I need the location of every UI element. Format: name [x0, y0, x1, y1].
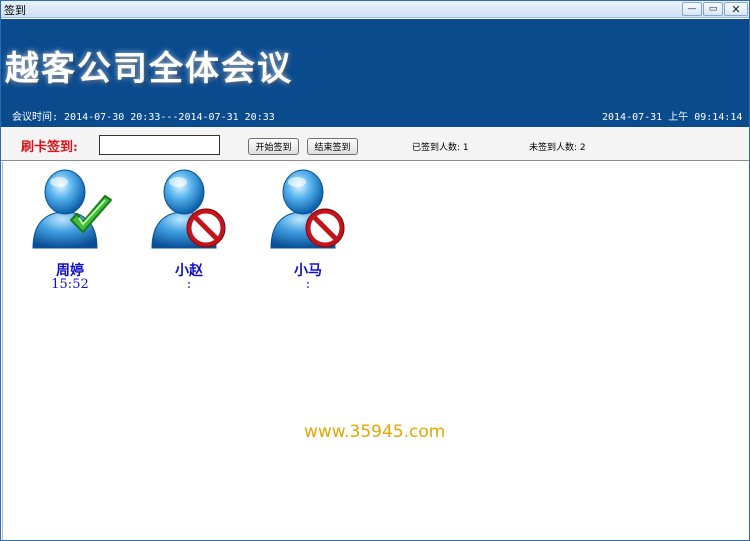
attendee-time: :: [186, 277, 192, 292]
signed-count: 已签到人数: 1: [412, 143, 469, 153]
prohibited-icon: [305, 208, 345, 248]
current-time: 2014-07-31 上午 09:14:14: [602, 112, 743, 123]
sign-in-window: 签到 — ▭ ✕ 越客公司全体会议 会议时间: 2014-07-30 20:33…: [0, 0, 750, 541]
window-title: 签到: [4, 4, 26, 17]
title-bar[interactable]: 签到 — ▭ ✕: [1, 1, 749, 18]
card-sign-in-label: 刷卡签到:: [21, 140, 78, 155]
unsigned-count: 未签到人数: 2: [529, 143, 586, 153]
meeting-time: 会议时间: 2014-07-30 20:33---2014-07-31 20:3…: [12, 112, 275, 123]
maximize-button[interactable]: ▭: [703, 2, 723, 16]
attendee-panel: 周婷 15:52 小赵: 小马: www.35945.com: [2, 162, 748, 540]
start-sign-in-button[interactable]: 开始签到: [248, 138, 299, 155]
meeting-title: 越客公司全体会议: [5, 49, 293, 89]
attendee-card[interactable]: 小赵 :: [144, 168, 234, 292]
attendee-time: 15:52: [51, 277, 89, 292]
card-input[interactable]: [99, 135, 220, 155]
attendee-card[interactable]: 周婷 15:52: [25, 168, 115, 292]
close-button[interactable]: ✕: [724, 2, 748, 16]
attendee-time: :: [305, 277, 311, 292]
meeting-header: 越客公司全体会议 会议时间: 2014-07-30 20:33---2014-0…: [1, 19, 749, 127]
attendee-card[interactable]: 小马 :: [263, 168, 353, 292]
watermark-text: www.35945.com: [304, 422, 446, 442]
check-icon: [70, 195, 112, 233]
prohibited-icon: [186, 208, 226, 248]
minimize-button[interactable]: —: [682, 2, 702, 16]
end-sign-in-button[interactable]: 结束签到: [307, 138, 358, 155]
control-bar: 刷卡签到: 开始签到 结束签到 已签到人数: 1 未签到人数: 2: [1, 127, 749, 161]
